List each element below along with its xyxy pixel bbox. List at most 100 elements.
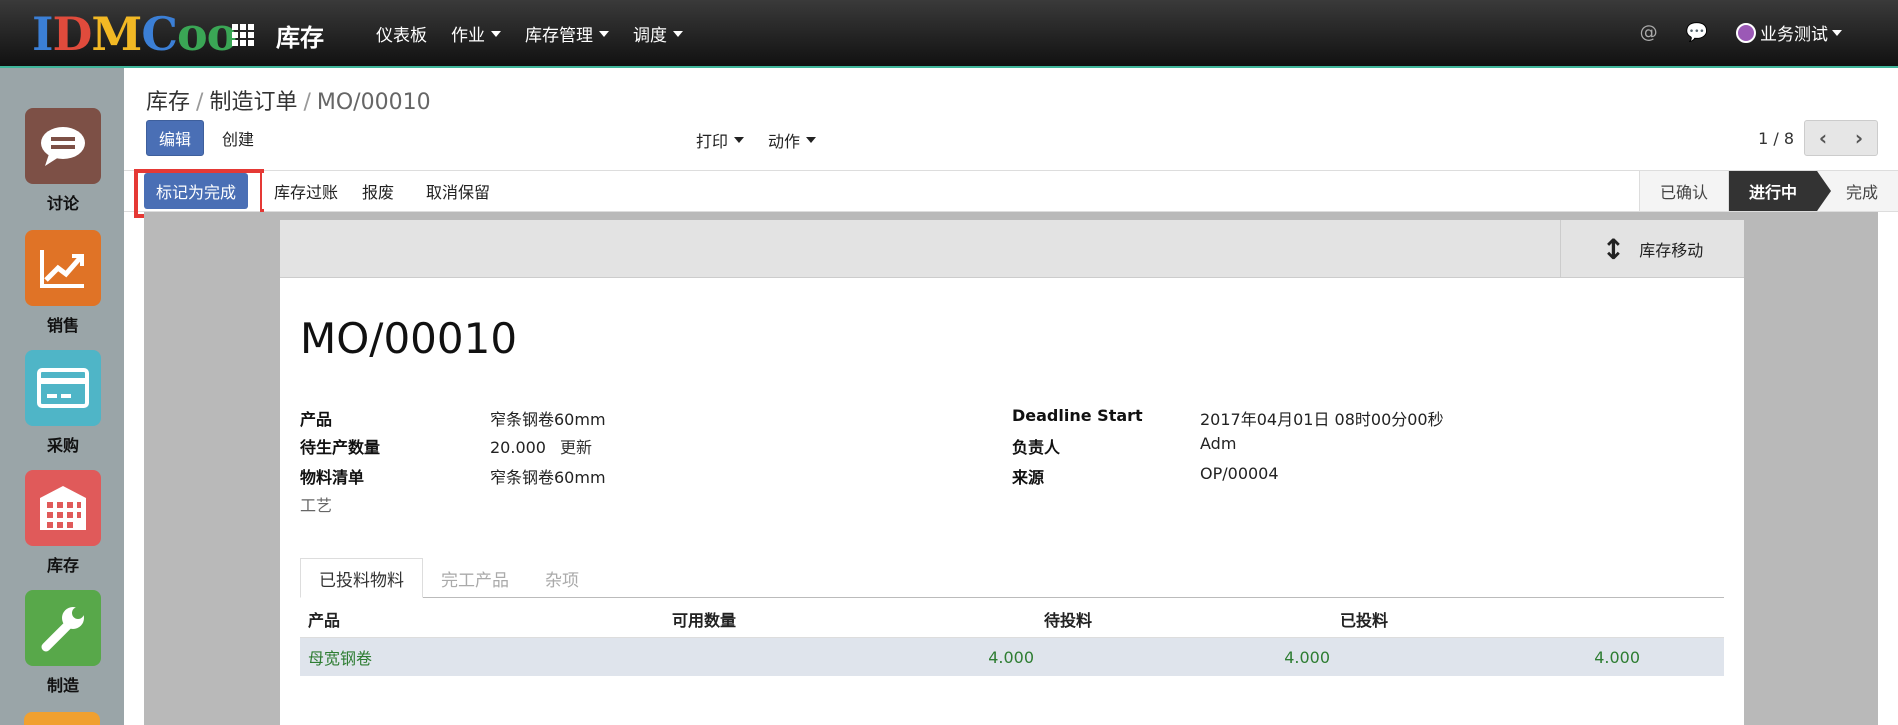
sidebar-item-manufacturing[interactable]: 制造 xyxy=(24,590,102,696)
field-label: 来源 xyxy=(1012,468,1045,487)
stock-moves-button[interactable]: ↕ 库存移动 xyxy=(1560,220,1744,278)
chart-icon xyxy=(25,230,101,306)
form-sheet: ↕ 库存移动 MO/00010 产品 窄条钢卷60mm 待生产数量 20.000… xyxy=(280,220,1744,725)
apps-grid-icon[interactable] xyxy=(232,24,254,46)
sheet-button-box: ↕ 库存移动 xyxy=(280,220,1744,278)
unreserve-button[interactable]: 取消保留 xyxy=(414,173,503,209)
source-value: OP/00004 xyxy=(1200,464,1279,483)
logo-letter: I xyxy=(32,7,54,61)
responsible-value[interactable]: Adm xyxy=(1200,434,1236,453)
sidebar-item-sales[interactable]: 销售 xyxy=(24,230,102,336)
arrows-vertical-icon: ↕ xyxy=(1601,232,1626,266)
deadline-value[interactable]: 2017年04月01日 08时00分00秒 xyxy=(1200,406,1444,430)
chat-bubble-icon xyxy=(25,108,101,184)
quantity-value: 20.000 xyxy=(490,438,546,457)
breadcrumb: 库存 / 制造订单 / MO/00010 xyxy=(146,84,431,116)
menu-operations[interactable]: 作业 xyxy=(451,21,501,46)
tab-consumed-materials[interactable]: 已投料物料 xyxy=(300,558,423,598)
create-button[interactable]: 创建 xyxy=(210,120,267,156)
top-navbar: IDMCoo 库存 仪表板 作业 库存管理 调度 @ 💬 业务测试 xyxy=(0,0,1898,68)
app-sidebar: 讨论 销售 采购 库存 制造 xyxy=(0,68,124,725)
stage-in-progress[interactable]: 进行中 xyxy=(1727,171,1832,211)
chevron-left-icon[interactable]: ‹ xyxy=(1805,121,1841,155)
notebook-tabs: 已投料物料 完工产品 杂项 xyxy=(300,558,1724,598)
update-quantity-link[interactable]: 更新 xyxy=(560,438,592,457)
cell-available: 4.000 xyxy=(988,647,1034,667)
sidebar-item-label: 制造 xyxy=(46,676,79,695)
sidebar-item-label: 库存 xyxy=(46,556,79,575)
breadcrumb-parent[interactable]: 制造订单 xyxy=(209,90,297,115)
edit-button[interactable]: 编辑 xyxy=(146,120,205,156)
user-menu[interactable]: 业务测试 xyxy=(1736,20,1842,45)
pager: 1 / 8 ‹ › xyxy=(1758,120,1878,156)
logo-letter: o xyxy=(176,7,208,61)
caret-down-icon xyxy=(673,30,683,37)
field-label: 待生产数量 xyxy=(300,438,381,457)
breadcrumb-root[interactable]: 库存 xyxy=(146,90,190,115)
menu-scheduling[interactable]: 调度 xyxy=(633,21,683,46)
stock-moves-label: 库存移动 xyxy=(1639,241,1704,260)
print-dropdown[interactable]: 打印 xyxy=(696,128,745,152)
action-label: 动作 xyxy=(768,132,801,151)
field-label: Deadline Start xyxy=(1012,406,1143,425)
bom-value[interactable]: 窄条钢卷60mm xyxy=(490,464,606,488)
sidebar-item-label: 采购 xyxy=(46,436,79,455)
wrench-icon xyxy=(25,590,101,666)
sidebar-next-app-tile[interactable] xyxy=(24,712,100,725)
main-menu: 仪表板 作业 库存管理 调度 xyxy=(376,21,683,46)
column-header[interactable]: 产品 xyxy=(300,607,672,631)
building-icon xyxy=(25,470,101,546)
caret-down-icon xyxy=(734,137,745,143)
app-title: 库存 xyxy=(276,24,324,52)
action-dropdown[interactable]: 动作 xyxy=(768,128,817,152)
tab-miscellaneous[interactable]: 杂项 xyxy=(527,558,597,598)
pager-value[interactable]: 1 / 8 xyxy=(1758,129,1794,148)
user-name: 业务测试 xyxy=(1760,25,1828,45)
caret-down-icon xyxy=(1832,29,1842,36)
main-content: 库存 / 制造订单 / MO/00010 编辑 创建 打印 动作 1 / 8 ‹ › 标… xyxy=(124,68,1898,725)
tab-finished-products[interactable]: 完工产品 xyxy=(423,558,527,598)
menu-dashboard[interactable]: 仪表板 xyxy=(376,21,427,46)
menu-inventory-management[interactable]: 库存管理 xyxy=(525,21,609,46)
stage-confirmed[interactable]: 已确认 xyxy=(1638,171,1728,211)
post-inventory-button[interactable]: 库存过账 xyxy=(262,173,351,209)
column-header[interactable]: 已投料 xyxy=(1340,607,1724,631)
menu-label: 调度 xyxy=(633,26,667,46)
field-label: 产品 xyxy=(300,410,333,429)
breadcrumb-current: MO/00010 xyxy=(316,90,431,115)
caret-down-icon xyxy=(491,30,501,37)
column-header[interactable]: 可用数量 xyxy=(672,607,1044,631)
breadcrumb-separator: / xyxy=(303,90,311,115)
caret-down-icon xyxy=(806,137,817,143)
menu-label: 库存管理 xyxy=(525,26,593,46)
chat-icon[interactable]: 💬 xyxy=(1686,22,1708,43)
sidebar-item-discuss[interactable]: 讨论 xyxy=(24,108,102,214)
quantity-field: 20.000 更新 xyxy=(490,434,592,458)
sidebar-item-label: 讨论 xyxy=(46,194,79,213)
logo-letter: D xyxy=(52,7,93,61)
moves-table: 产品 可用数量 待投料 已投料 母宽钢卷 4.000 4.000 4.000 xyxy=(300,600,1724,712)
sidebar-item-inventory[interactable]: 库存 xyxy=(24,470,102,576)
menu-label: 仪表板 xyxy=(376,26,427,46)
credit-card-icon xyxy=(25,350,101,426)
cell-product: 母宽钢卷 xyxy=(308,649,373,668)
systray: @ 💬 业务测试 xyxy=(1640,20,1842,45)
chevron-right-icon[interactable]: › xyxy=(1841,121,1877,155)
avatar xyxy=(1736,22,1756,43)
status-bar: 标记为完成 库存过账 报废 取消保留 已确认 进行中 完成 xyxy=(124,169,1898,218)
record-title: MO/00010 xyxy=(300,314,518,363)
pager-buttons: ‹ › xyxy=(1804,120,1878,156)
table-row[interactable]: 母宽钢卷 4.000 4.000 4.000 xyxy=(300,638,1724,676)
sidebar-item-purchase[interactable]: 采购 xyxy=(24,350,102,456)
brand-logo[interactable]: IDMCoo xyxy=(32,7,237,61)
cell-consumed: 4.000 xyxy=(1594,647,1640,667)
scrap-button[interactable]: 报废 xyxy=(350,173,407,209)
column-header[interactable]: 待投料 xyxy=(1044,607,1340,631)
field-label: 负责人 xyxy=(1012,438,1061,457)
product-value[interactable]: 窄条钢卷60mm xyxy=(490,406,606,430)
routing-label: 工艺 xyxy=(300,496,333,515)
table-row-empty xyxy=(300,676,1724,712)
print-label: 打印 xyxy=(696,132,729,151)
mention-icon[interactable]: @ xyxy=(1640,22,1658,43)
mark-done-button[interactable]: 标记为完成 xyxy=(144,173,249,209)
